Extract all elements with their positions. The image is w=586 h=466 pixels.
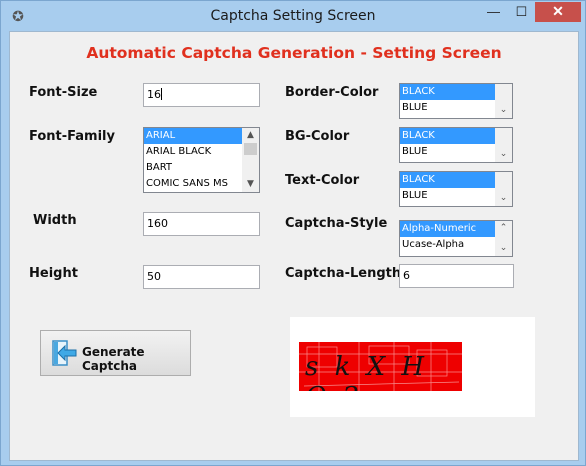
generate-captcha-label: Generate Captcha xyxy=(82,345,145,373)
minimize-button[interactable]: — xyxy=(480,2,507,22)
captcha-style-label: Captcha-Style xyxy=(285,216,388,231)
font-size-value: 16 xyxy=(147,88,161,101)
page-heading: Automatic Captcha Generation - Setting S… xyxy=(86,44,502,62)
captcha-preview-panel: s k X H Q 2 xyxy=(290,317,535,417)
font-family-label: Font-Family xyxy=(29,129,115,144)
close-button[interactable]: ✕ xyxy=(535,2,581,22)
height-input[interactable]: 50 xyxy=(143,265,260,289)
text-caret xyxy=(161,88,162,100)
bg-color-label: BG-Color xyxy=(285,129,350,144)
width-label: Width xyxy=(33,213,77,228)
border-color-scrollbar[interactable]: ⌄ xyxy=(495,84,512,118)
scroll-down-icon[interactable]: ⌄ xyxy=(498,193,509,204)
scroll-up-icon[interactable]: ⌃ xyxy=(498,223,509,234)
title-bar: ✪ Captcha Setting Screen — ☐ ✕ xyxy=(1,1,585,31)
captcha-text: s k X H Q 2 xyxy=(305,352,429,391)
font-family-listbox[interactable]: ARIAL ARIAL BLACK BART COMIC SANS MS ▲ ▼ xyxy=(143,127,260,193)
scroll-down-icon[interactable]: ⌄ xyxy=(498,243,509,254)
height-label: Height xyxy=(29,266,78,281)
width-input[interactable]: 160 xyxy=(143,212,260,236)
scroll-down-icon[interactable]: ⌄ xyxy=(498,105,509,116)
font-size-input[interactable]: 16 xyxy=(143,83,260,107)
generate-icon xyxy=(52,340,77,366)
captcha-style-scrollbar[interactable]: ⌃ ⌄ xyxy=(495,221,512,256)
text-color-scrollbar[interactable]: ⌄ xyxy=(495,172,512,206)
captcha-length-label: Captcha-Length xyxy=(285,266,402,281)
maximize-button[interactable]: ☐ xyxy=(508,2,535,22)
scroll-down-icon[interactable]: ⌄ xyxy=(498,149,509,160)
settings-panel: Automatic Captcha Generation - Setting S… xyxy=(9,31,579,461)
font-family-scrollbar[interactable]: ▲ ▼ xyxy=(242,128,259,192)
scroll-thumb[interactable] xyxy=(244,143,257,155)
captcha-style-listbox[interactable]: Alpha-Numeric Ucase-Alpha ⌃ ⌄ xyxy=(399,220,513,257)
captcha-setting-window: ✪ Captcha Setting Screen — ☐ ✕ Automatic… xyxy=(0,0,586,466)
scroll-down-icon[interactable]: ▼ xyxy=(245,179,256,190)
scroll-up-icon[interactable]: ▲ xyxy=(245,130,256,141)
captcha-image: s k X H Q 2 xyxy=(299,342,462,391)
bg-color-scrollbar[interactable]: ⌄ xyxy=(495,128,512,162)
text-color-label: Text-Color xyxy=(285,173,360,188)
border-color-label: Border-Color xyxy=(285,85,379,100)
captcha-length-input[interactable]: 6 xyxy=(399,264,514,288)
bg-color-listbox[interactable]: BLACK BLUE ⌄ xyxy=(399,127,513,163)
generate-captcha-button[interactable]: Generate Captcha xyxy=(40,330,191,376)
font-size-label: Font-Size xyxy=(29,85,98,100)
border-color-listbox[interactable]: BLACK BLUE ⌄ xyxy=(399,83,513,119)
text-color-listbox[interactable]: BLACK BLUE ⌄ xyxy=(399,171,513,207)
